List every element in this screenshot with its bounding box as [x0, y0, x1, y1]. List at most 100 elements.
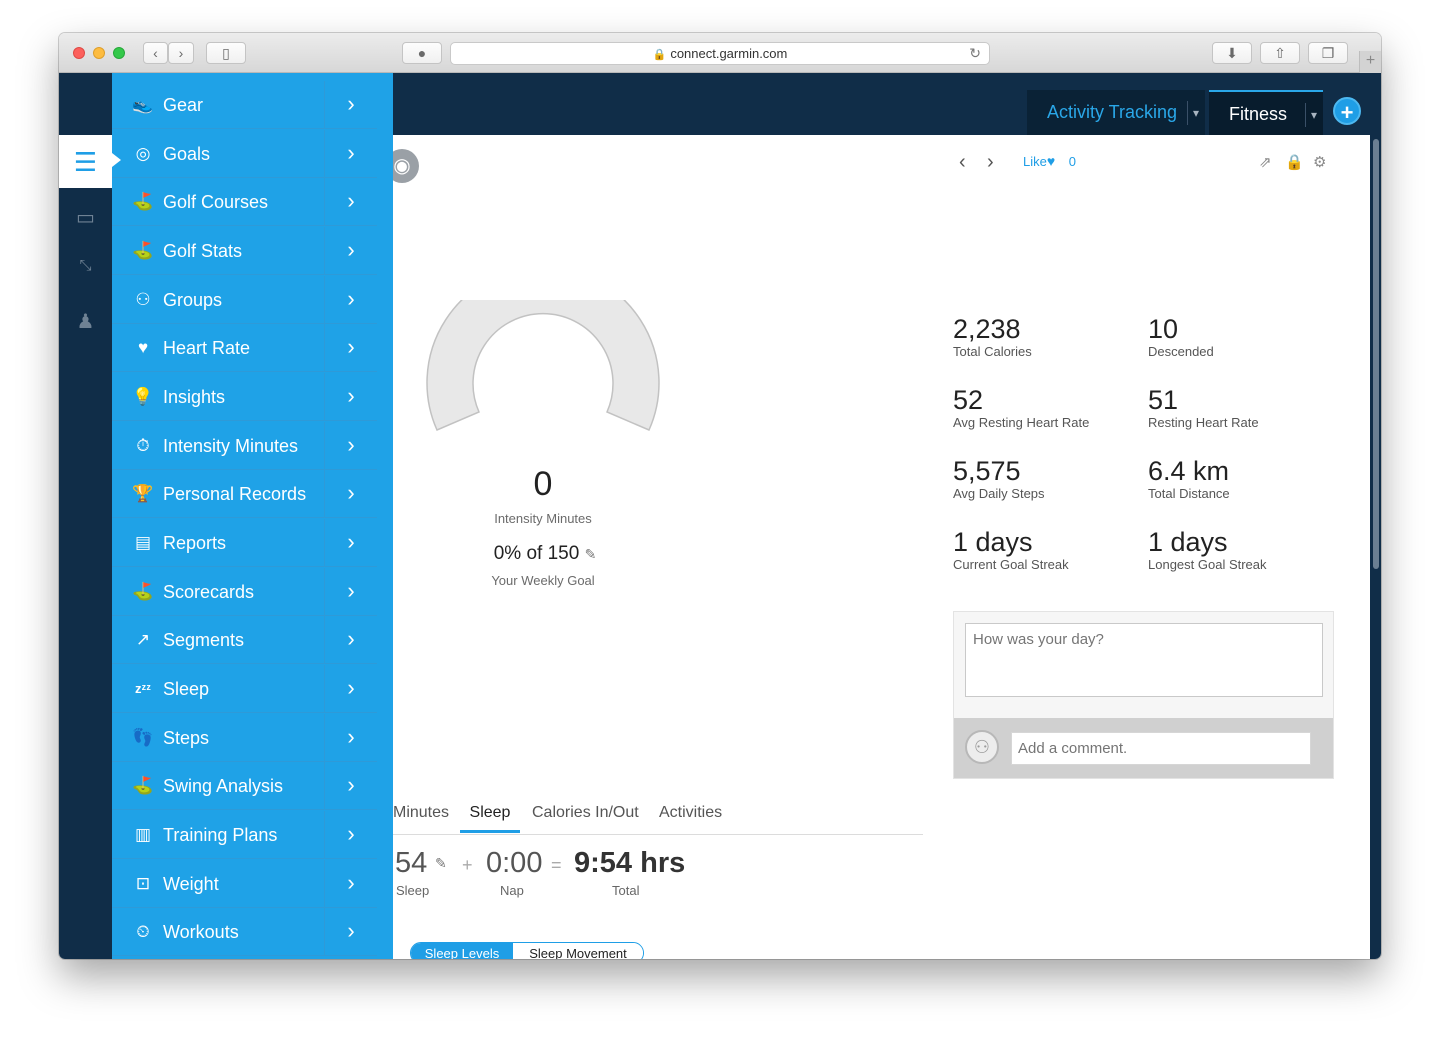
- tab-fitness-label: Fitness: [1229, 104, 1288, 124]
- profile-icon[interactable]: ♟: [59, 309, 112, 334]
- share-icon[interactable]: ⇗: [1259, 153, 1272, 171]
- new-tab-button[interactable]: +: [1359, 51, 1381, 73]
- menu-item-weight[interactable]: ⊡ Weight ›: [112, 860, 377, 908]
- zzz-icon: zᶻᶻ: [135, 681, 151, 696]
- notebook-icon: ▥: [134, 825, 152, 844]
- weekly-goal-caption: Your Weekly Goal: [491, 573, 595, 588]
- menu-item-training-plans[interactable]: ▥ Training Plans ›: [112, 811, 377, 859]
- chevron-right-icon[interactable]: ›: [324, 81, 377, 129]
- segment-icon: ↗: [135, 630, 151, 649]
- tab-sleep[interactable]: Sleep: [460, 793, 520, 833]
- target-icon: ◎: [135, 144, 151, 163]
- previous-day-button[interactable]: ‹: [959, 151, 966, 174]
- chevron-right-icon[interactable]: ›: [324, 276, 377, 324]
- chevron-right-icon[interactable]: ›: [324, 908, 377, 956]
- chevron-right-icon[interactable]: ›: [324, 519, 377, 567]
- heart-icon: ♥: [1046, 153, 1056, 169]
- tabs-overview-button[interactable]: ❐: [1308, 42, 1348, 64]
- scale-icon: ⊡: [135, 874, 151, 893]
- like-button[interactable]: Like♥ 0: [1023, 153, 1076, 169]
- chevron-right-icon[interactable]: ›: [324, 714, 377, 762]
- forward-button[interactable]: ›: [168, 42, 194, 64]
- stat-current-goal-streak: 1 days Current Goal Streak: [953, 527, 1143, 573]
- chevron-right-icon[interactable]: ›: [324, 762, 377, 810]
- pencil-icon[interactable]: ✎: [585, 546, 597, 562]
- lightbulb-icon: 💡: [132, 387, 154, 406]
- group-icon: ⚇: [135, 290, 151, 309]
- scrollbar-thumb[interactable]: [1373, 139, 1379, 569]
- lock-icon[interactable]: 🔒: [1285, 153, 1304, 171]
- inbox-icon[interactable]: ▭: [59, 205, 112, 230]
- back-button[interactable]: ‹: [143, 42, 168, 64]
- tab-fitness[interactable]: Fitness ▾: [1209, 90, 1323, 135]
- menu-item-groups[interactable]: ⚇ Groups ›: [112, 276, 377, 324]
- menu-item-heart-rate[interactable]: ♥ Heart Rate ›: [112, 324, 377, 372]
- pencil-icon[interactable]: ✎: [435, 855, 447, 872]
- comment-input[interactable]: [1011, 732, 1311, 765]
- chevron-right-icon[interactable]: ›: [324, 470, 377, 518]
- sleep-movement-button[interactable]: Sleep Movement: [513, 943, 643, 959]
- zoom-window-button[interactable]: [113, 47, 125, 59]
- chevron-right-icon[interactable]: ›: [324, 324, 377, 372]
- menu-item-golf-stats[interactable]: ⛳ Golf Stats ›: [112, 227, 377, 275]
- menu-item-workouts[interactable]: ⏲ Workouts ›: [112, 908, 377, 956]
- next-day-button[interactable]: ›: [987, 151, 994, 174]
- menu-item-label: Swing Analysis: [163, 776, 284, 796]
- tab-minutes[interactable]: Minutes: [393, 793, 449, 833]
- chevron-down-icon[interactable]: ▾: [1186, 101, 1199, 125]
- tab-activities[interactable]: Activities: [659, 793, 722, 833]
- menu-item-gear[interactable]: 👟 Gear ›: [112, 81, 377, 129]
- menu-item-reports[interactable]: ▤ Reports ›: [112, 519, 377, 567]
- downloads-button[interactable]: ⬇: [1212, 42, 1252, 64]
- chevron-down-icon[interactable]: ▾: [1304, 103, 1317, 127]
- menu-item-insights[interactable]: 💡 Insights ›: [112, 373, 377, 421]
- total-value: 9:54 hrs: [574, 847, 686, 879]
- connections-icon[interactable]: ⤡: [59, 257, 112, 274]
- chevron-right-icon[interactable]: ›: [324, 130, 377, 178]
- menu-item-sleep[interactable]: zᶻᶻ Sleep ›: [112, 665, 377, 713]
- menu-item-goals[interactable]: ◎ Goals ›: [112, 130, 377, 178]
- address-bar[interactable]: 🔒 connect.garmin.com ↻: [450, 42, 990, 65]
- chevron-right-icon[interactable]: ›: [324, 568, 377, 616]
- stat-label: Resting Heart Rate: [1148, 415, 1259, 430]
- minimize-window-button[interactable]: [93, 47, 105, 59]
- url-text: connect.garmin.com: [670, 46, 788, 61]
- day-note-input[interactable]: [965, 623, 1323, 697]
- tab-activity-tracking[interactable]: Activity Tracking ▾: [1027, 90, 1205, 135]
- chevron-right-icon[interactable]: ›: [324, 860, 377, 908]
- chevron-right-icon[interactable]: ›: [324, 227, 377, 275]
- chevron-right-icon[interactable]: ›: [324, 373, 377, 421]
- chevron-right-icon[interactable]: ›: [324, 665, 377, 713]
- menu-item-personal-records[interactable]: 🏆 Personal Records ›: [112, 470, 377, 518]
- stat-longest-goal-streak: 1 days Longest Goal Streak: [1148, 527, 1338, 573]
- timer-icon: ⏲: [136, 922, 150, 941]
- tab-calories[interactable]: Calories In/Out: [532, 793, 639, 833]
- sleep-levels-button[interactable]: Sleep Levels: [411, 943, 513, 959]
- reload-icon[interactable]: ↻: [969, 43, 981, 64]
- chevron-right-icon[interactable]: ›: [324, 422, 377, 470]
- add-button[interactable]: +: [1333, 97, 1361, 125]
- menu-item-swing-analysis[interactable]: ⛳ Swing Analysis ›: [112, 762, 377, 810]
- stat-value: 52: [953, 385, 984, 415]
- stat-value: 2,238: [953, 314, 1021, 344]
- gear-icon[interactable]: ⚙: [1313, 153, 1326, 171]
- menu-item-label: Scorecards: [163, 582, 255, 602]
- share-button[interactable]: ⇧: [1260, 42, 1300, 64]
- lock-icon: 🔒: [652, 49, 667, 61]
- page-scrollbar[interactable]: [1370, 135, 1381, 959]
- menu-item-segments[interactable]: ↗ Segments ›: [112, 616, 377, 664]
- privacy-report-button[interactable]: ●: [402, 42, 442, 64]
- sidebar-toggle-button[interactable]: ▯: [206, 42, 246, 64]
- menu-item-scorecards[interactable]: ⛳ Scorecards ›: [112, 568, 377, 616]
- hamburger-menu-icon[interactable]: ☰: [59, 147, 112, 178]
- menu-item-golf-courses[interactable]: ⛳ Golf Courses ›: [112, 178, 377, 226]
- stat-value: 1 days: [953, 527, 1033, 557]
- garmin-app: Activity Tracking ▾ Fitness ▾ + ☰ ▭ ⤡ ♟ …: [59, 73, 1381, 959]
- chevron-right-icon[interactable]: ›: [324, 178, 377, 226]
- menu-item-intensity-minutes[interactable]: ⏱ Intensity Minutes ›: [112, 422, 377, 470]
- menu-item-steps[interactable]: 👣 Steps ›: [112, 714, 377, 762]
- close-window-button[interactable]: [73, 47, 85, 59]
- chevron-right-icon[interactable]: ›: [324, 616, 377, 664]
- chevron-right-icon[interactable]: ›: [324, 811, 377, 859]
- sleep-summary: 54 ✎ Sleep + 0:00 Nap = 9:54 hrs Total: [393, 843, 993, 903]
